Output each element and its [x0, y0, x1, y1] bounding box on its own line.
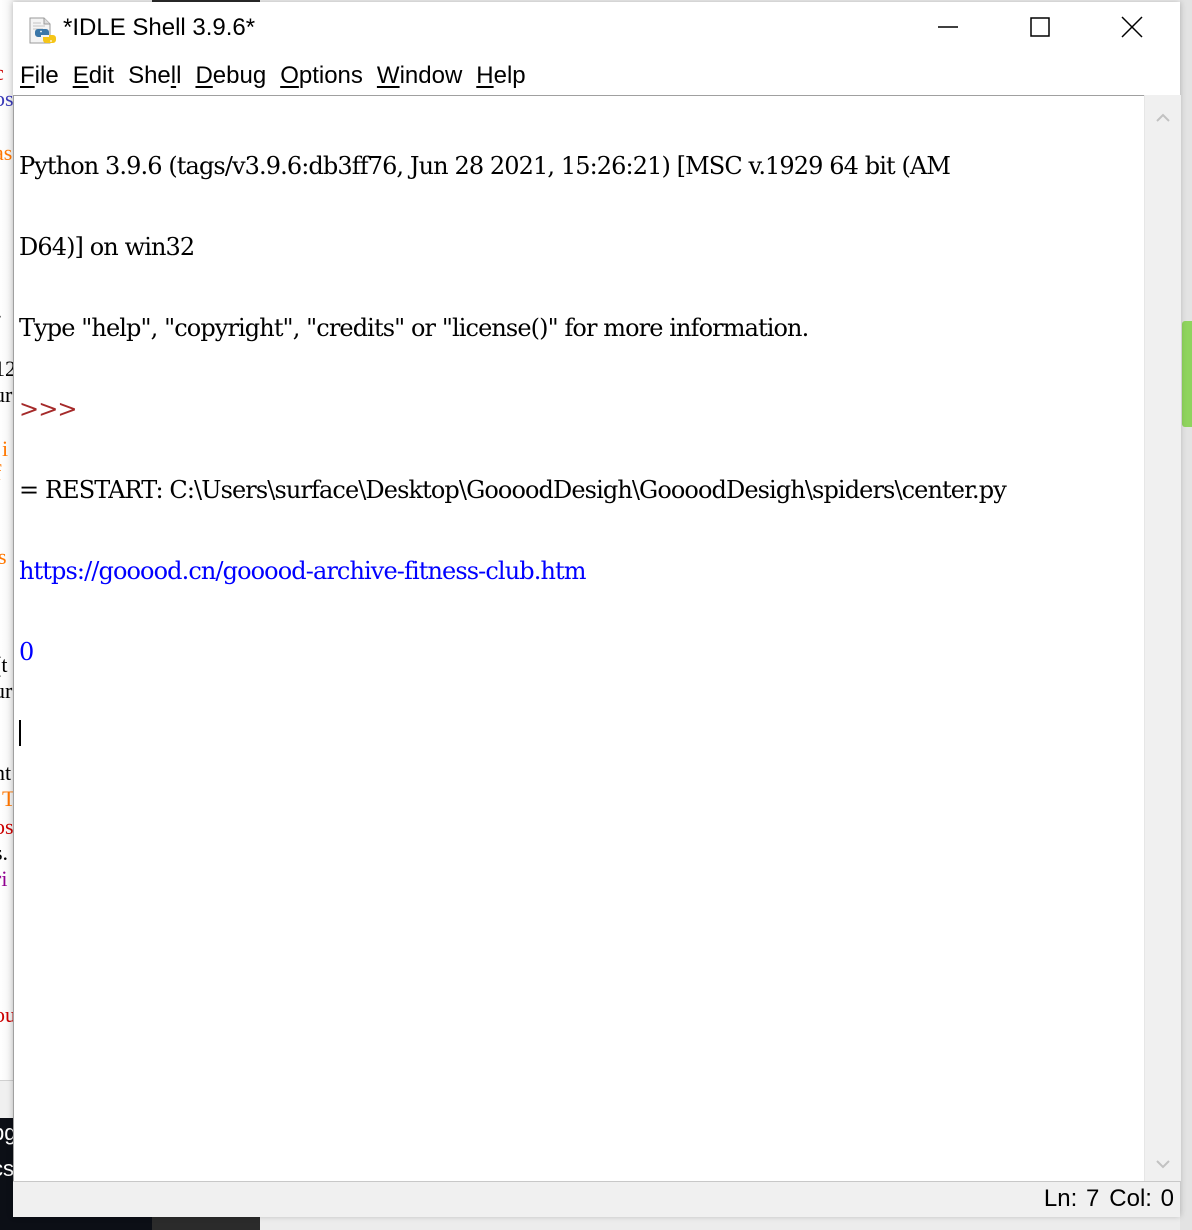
status-bar: Ln: 7 Col: 0 [13, 1181, 1180, 1217]
background-editor-scrollbar [0, 1080, 14, 1120]
shell-prompt: >>> [19, 395, 84, 423]
minimize-icon [938, 17, 958, 42]
bg-code-fragment: - [0, 304, 1, 326]
minimize-button[interactable] [902, 2, 994, 56]
line-number: Ln: 7 [1043, 1185, 1100, 1212]
bg-code-fragment: os [0, 86, 14, 111]
bg-code-fragment: 12 [0, 356, 14, 381]
bg-code-fragment: nt [0, 760, 12, 785]
bg-code-fragment: (t [0, 652, 8, 677]
background-window-edge [1180, 0, 1192, 1230]
menu-edit[interactable]: Edit [66, 58, 121, 94]
shell-text-area[interactable]: Python 3.9.6 (tags/v3.9.6:db3ff76, Jun 2… [13, 95, 1145, 1182]
menu-options[interactable]: Options [273, 58, 370, 94]
bg-text-fragment: pg [0, 1120, 14, 1145]
vertical-scrollbar[interactable] [1144, 95, 1181, 1181]
cursor-position: Ln: 7 Col: 0 [1034, 1185, 1174, 1213]
background-green-scroll-thumb [1182, 321, 1192, 427]
maximize-button[interactable] [994, 2, 1086, 56]
column-number: Col: 0 [1109, 1185, 1174, 1212]
title-bar[interactable]: *IDLE Shell 3.9.6* [13, 2, 1180, 56]
shell-line-stdout: https://gooood.cn/gooood-archive-fitness… [19, 557, 587, 585]
bg-code-fragment: as [0, 140, 13, 165]
shell-line-info: Type "help", "copyright", "credits" or "… [19, 314, 809, 342]
bg-code-fragment: f [0, 462, 1, 484]
bg-code-fragment: ou [0, 1002, 14, 1027]
menu-shell[interactable]: Shell [121, 58, 188, 94]
bg-code-fragment: s [0, 544, 7, 569]
menu-bar: File Edit Shell Debug Options Window Hel… [13, 58, 1180, 94]
menu-label: dit [88, 62, 115, 89]
shell-line-banner: D64)] on win32 [19, 233, 195, 261]
menu-label: ptions [298, 62, 363, 89]
bg-text-fragment: cs [0, 1156, 14, 1181]
menu-label: She [128, 62, 171, 89]
bg-code-fragment: ri [0, 866, 8, 891]
menu-help[interactable]: Help [469, 58, 532, 94]
menu-label: ebug [212, 62, 267, 89]
bg-code-fragment: ur [0, 678, 13, 703]
shell-line-restart: = RESTART: C:\Users\surface\Desktop\Gooo… [19, 476, 1007, 504]
menu-mnemonic: O [280, 62, 299, 89]
scroll-up-arrow-icon[interactable] [1155, 111, 1171, 123]
bg-code-fragment: os [0, 814, 14, 839]
shell-input-line[interactable] [19, 720, 1145, 747]
menu-mnemonic: H [476, 62, 494, 89]
close-button[interactable] [1086, 2, 1178, 56]
menu-mnemonic: F [20, 62, 35, 89]
python-file-icon [27, 16, 57, 46]
menu-label: indow [399, 62, 463, 89]
scroll-down-arrow-icon[interactable] [1155, 1157, 1171, 1169]
bg-code-fragment: c [0, 62, 4, 84]
shell-output: Python 3.9.6 (tags/v3.9.6:db3ff76, Jun 2… [19, 99, 1145, 801]
menu-window[interactable]: Window [370, 58, 469, 94]
menu-debug[interactable]: Debug [188, 58, 273, 94]
bg-code-fragment: s. [0, 840, 9, 865]
menu-mnemonic: D [195, 62, 213, 89]
text-cursor [19, 720, 21, 746]
idle-shell-window: *IDLE Shell 3.9.6* File Edit Shell Debug… [13, 2, 1181, 1217]
background-editor-window: c os as - 12 ur i f s (t ur nt T os s. r… [0, 0, 14, 1120]
menu-label: elp [493, 62, 526, 89]
menu-mnemonic: W [376, 62, 400, 89]
menu-label: ile [34, 62, 59, 89]
menu-label: l [176, 62, 182, 89]
menu-file[interactable]: File [13, 58, 66, 94]
bg-code-fragment: ur [0, 382, 13, 407]
shell-line-banner: Python 3.9.6 (tags/v3.9.6:db3ff76, Jun 2… [19, 152, 951, 180]
shell-line-stdout: 0 [19, 638, 34, 666]
bg-code-fragment: i [2, 436, 9, 461]
window-title: *IDLE Shell 3.9.6* [63, 14, 256, 41]
maximize-icon [1030, 16, 1050, 42]
menu-mnemonic: E [72, 62, 89, 89]
close-icon [1121, 15, 1143, 43]
